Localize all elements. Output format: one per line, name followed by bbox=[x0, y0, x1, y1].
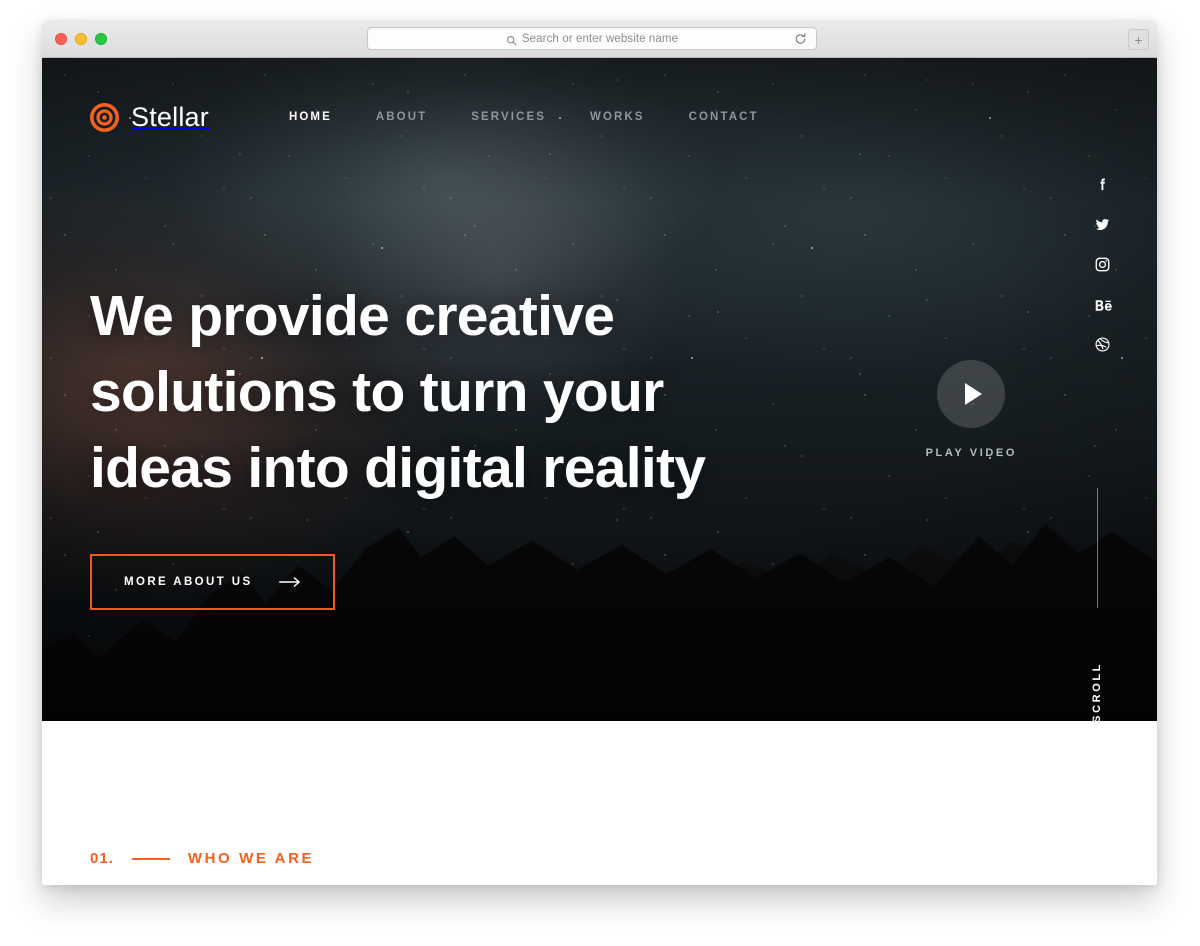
scroll-indicator[interactable]: SCROLL bbox=[1091, 488, 1103, 721]
nav-item-home[interactable]: HOME bbox=[267, 105, 354, 129]
new-tab-button[interactable]: + bbox=[1128, 29, 1149, 50]
section-number: 01. bbox=[90, 850, 114, 867]
brand-logo-link[interactable]: Stellar bbox=[90, 102, 209, 133]
dribbble-icon[interactable] bbox=[1094, 336, 1111, 353]
scroll-line bbox=[1096, 488, 1098, 608]
nav-item-works[interactable]: WORKS bbox=[568, 105, 667, 129]
twitter-icon[interactable] bbox=[1094, 216, 1111, 233]
browser-window: Search or enter website name + Stellar H… bbox=[42, 20, 1157, 885]
close-window-button[interactable] bbox=[55, 33, 67, 45]
address-bar[interactable]: Search or enter website name bbox=[367, 27, 817, 50]
behance-icon[interactable] bbox=[1094, 296, 1112, 313]
play-triangle-icon bbox=[965, 383, 983, 405]
hero-section: Stellar HOME ABOUT SERVICES WORKS CONTAC… bbox=[42, 58, 1157, 721]
social-links-rail bbox=[1094, 176, 1112, 353]
about-section: 01. WHO WE ARE bbox=[42, 721, 1157, 885]
more-about-us-button[interactable]: MORE ABOUT US bbox=[90, 554, 335, 610]
cta-label: MORE ABOUT US bbox=[124, 576, 253, 588]
search-icon bbox=[506, 33, 517, 46]
maximize-window-button[interactable] bbox=[95, 33, 107, 45]
window-controls bbox=[55, 33, 107, 45]
browser-titlebar: Search or enter website name + bbox=[42, 20, 1157, 58]
plus-icon: + bbox=[1134, 31, 1143, 48]
reload-icon[interactable] bbox=[794, 32, 807, 45]
brand-name: Stellar bbox=[131, 101, 209, 132]
main-navigation: HOME ABOUT SERVICES WORKS CONTACT bbox=[267, 105, 781, 129]
instagram-icon[interactable] bbox=[1094, 256, 1111, 273]
hero-content: We provide creative solutions to turn yo… bbox=[90, 278, 750, 610]
facebook-icon[interactable] bbox=[1094, 176, 1111, 193]
address-bar-content: Search or enter website name bbox=[506, 33, 678, 46]
section-divider-rule bbox=[131, 857, 170, 860]
page-stage: Search or enter website name + Stellar H… bbox=[0, 0, 1200, 946]
nav-item-contact[interactable]: CONTACT bbox=[667, 105, 781, 129]
play-button-circle[interactable] bbox=[937, 360, 1006, 428]
nav-item-about[interactable]: ABOUT bbox=[354, 105, 449, 129]
section-title: WHO WE ARE bbox=[187, 850, 315, 867]
hero-headline: We provide creative solutions to turn yo… bbox=[90, 284, 706, 500]
site-header: Stellar HOME ABOUT SERVICES WORKS CONTAC… bbox=[42, 58, 1157, 176]
scroll-label: SCROLL bbox=[1091, 662, 1103, 721]
address-input[interactable]: Search or enter website name bbox=[522, 33, 678, 45]
page-viewport: Stellar HOME ABOUT SERVICES WORKS CONTAC… bbox=[42, 58, 1157, 885]
play-video-label: PLAY VIDEO bbox=[925, 447, 1017, 459]
target-rings-icon bbox=[90, 102, 119, 132]
arrow-right-icon bbox=[278, 575, 301, 589]
nav-item-services[interactable]: SERVICES bbox=[449, 105, 568, 129]
section-label: 01. WHO WE ARE bbox=[90, 850, 314, 867]
minimize-window-button[interactable] bbox=[75, 33, 87, 45]
play-video-button[interactable]: PLAY VIDEO bbox=[926, 360, 1017, 459]
